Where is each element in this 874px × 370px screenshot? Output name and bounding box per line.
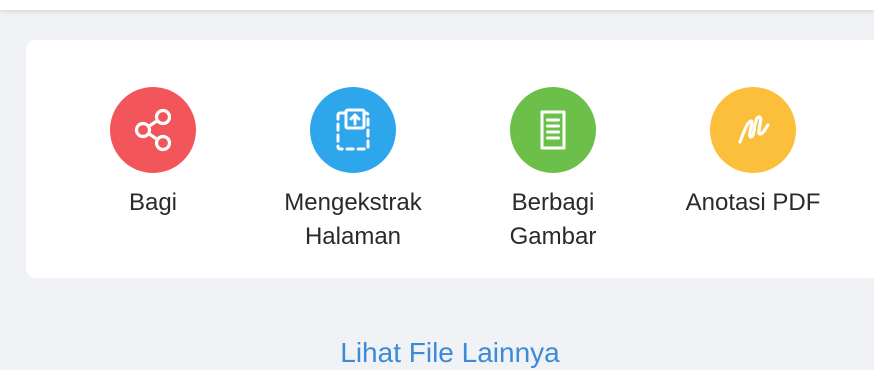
extract-page-icon [310,87,396,173]
quick-actions-card: Bagi Mengekstrak Halaman Berbagi Gambar … [26,40,874,278]
top-bar [0,0,874,10]
share-image-icon [510,87,596,173]
share-icon [110,87,196,173]
annotate-pen-icon [710,87,796,173]
share-image-label: Berbagi Gambar [509,189,597,250]
extract-pages-action[interactable]: Mengekstrak Halaman [253,40,453,278]
annotate-pdf-action[interactable]: Anotasi PDF [653,40,853,278]
annotate-pdf-label: Anotasi PDF [685,189,821,216]
share-image-action[interactable]: Berbagi Gambar [453,40,653,278]
share-label: Bagi [128,189,178,216]
extract-pages-label: Mengekstrak Halaman [284,189,422,250]
share-action[interactable]: Bagi [53,40,253,278]
see-more-files-link[interactable]: Lihat File Lainnya [0,336,874,370]
